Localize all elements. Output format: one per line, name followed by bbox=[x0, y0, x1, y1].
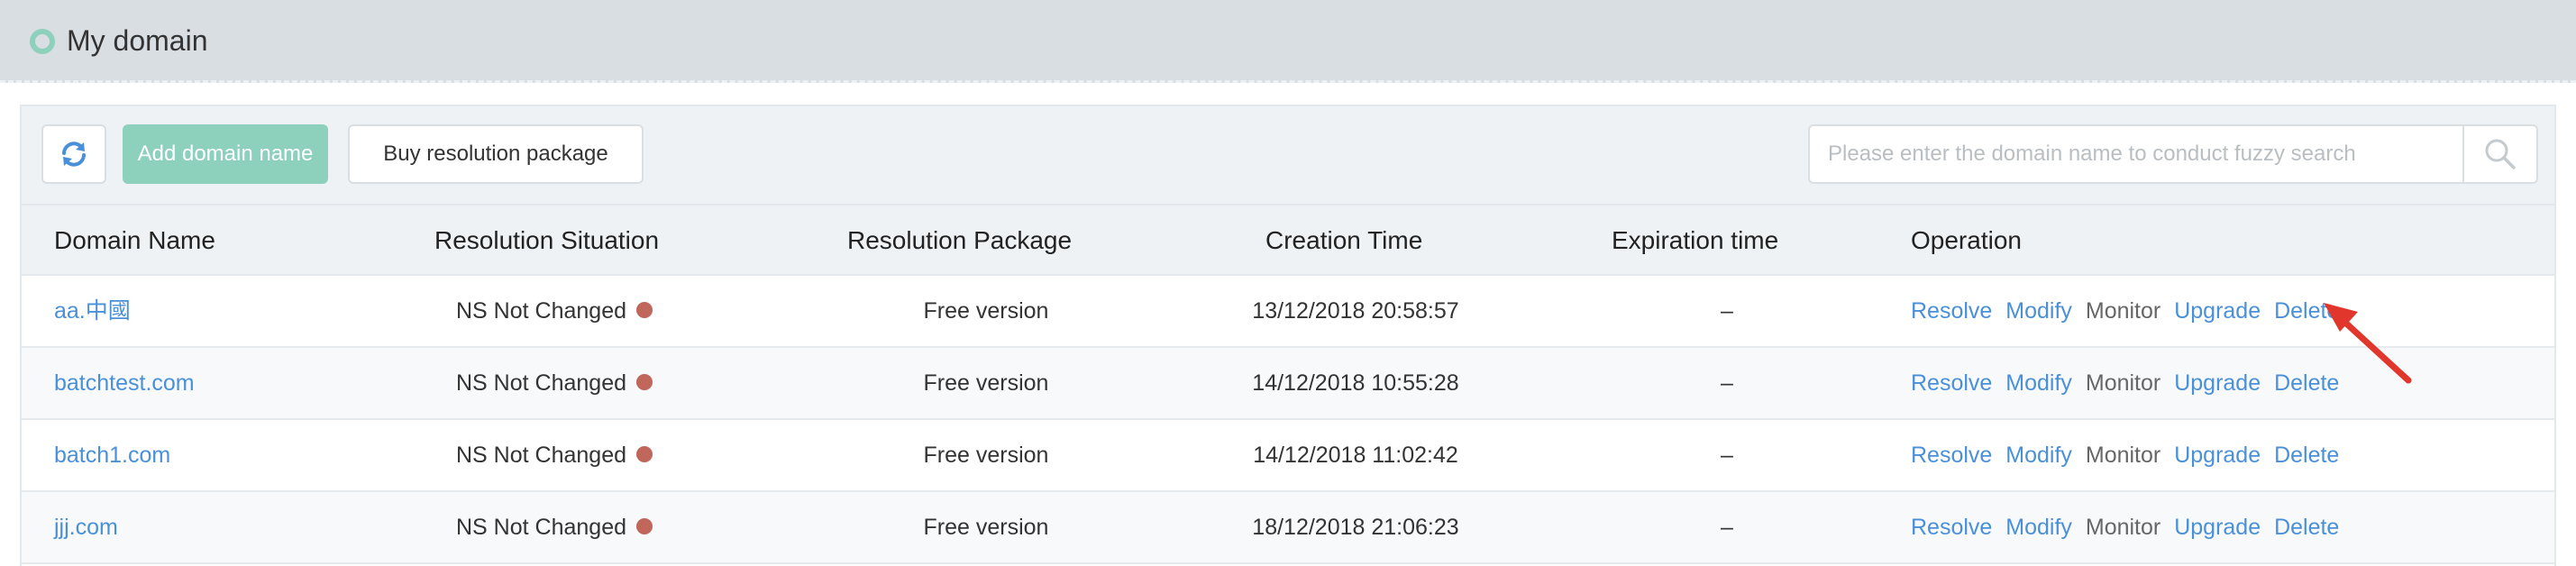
creation-time-cell: 13/12/2018 20:58:57 bbox=[1252, 298, 1459, 324]
operation-cell: Resolve Modify Monitor Upgrade Delete bbox=[1911, 420, 2346, 490]
monitor-link[interactable]: Monitor bbox=[2086, 370, 2160, 396]
col-expiration-time: Expiration time bbox=[1612, 226, 1779, 254]
status-dot-icon bbox=[635, 374, 653, 391]
domain-link[interactable]: batchtest.com bbox=[54, 348, 195, 418]
col-operation: Operation bbox=[1911, 226, 2022, 254]
package-cell: Free version bbox=[923, 298, 1049, 324]
refresh-button[interactable] bbox=[41, 124, 106, 184]
upgrade-link[interactable]: Upgrade bbox=[2174, 370, 2261, 396]
domain-link[interactable]: jjj.com bbox=[54, 492, 118, 562]
col-resolution-package: Resolution Package bbox=[847, 226, 1073, 254]
toolbar: Add domain name Buy resolution package bbox=[22, 106, 2554, 204]
status-text: NS Not Changed bbox=[456, 298, 627, 324]
status-dot-icon bbox=[635, 446, 653, 463]
col-creation-time: Creation Time bbox=[1265, 226, 1423, 254]
monitor-link[interactable]: Monitor bbox=[2086, 443, 2160, 468]
status-dot-icon bbox=[635, 518, 653, 535]
package-cell: Free version bbox=[923, 515, 1049, 540]
resolve-link[interactable]: Resolve bbox=[1911, 298, 1992, 324]
col-domain-name: Domain Name bbox=[54, 226, 215, 254]
creation-time-cell: 14/12/2018 11:02:42 bbox=[1253, 443, 1458, 468]
expiration-time-cell: – bbox=[1721, 370, 1733, 396]
ring-icon bbox=[30, 29, 55, 54]
upgrade-link[interactable]: Upgrade bbox=[2174, 515, 2261, 540]
status-cell: NS Not Changed bbox=[456, 276, 672, 346]
search-button[interactable] bbox=[2462, 124, 2538, 184]
modify-link[interactable]: Modify bbox=[2005, 515, 2072, 540]
creation-time-cell: 18/12/2018 21:06:23 bbox=[1252, 515, 1459, 540]
expiration-time-cell: – bbox=[1721, 298, 1733, 324]
domain-link[interactable]: aa.中國 bbox=[54, 276, 131, 346]
delete-link[interactable]: Delete bbox=[2274, 443, 2339, 468]
col-resolution-situation: Resolution Situation bbox=[434, 226, 660, 254]
add-domain-button[interactable]: Add domain name bbox=[123, 124, 328, 184]
modify-link[interactable]: Modify bbox=[2005, 443, 2072, 468]
resolve-link[interactable]: Resolve bbox=[1911, 515, 1992, 540]
delete-link[interactable]: Delete bbox=[2274, 515, 2339, 540]
page-header: My domain bbox=[0, 0, 2576, 83]
delete-link[interactable]: Delete bbox=[2274, 370, 2339, 396]
refresh-icon bbox=[62, 142, 86, 167]
search-icon bbox=[2485, 139, 2516, 169]
page-title: My domain bbox=[67, 24, 208, 57]
status-text: NS Not Changed bbox=[456, 443, 627, 468]
table-header: Domain Name Resolution Situation Resolut… bbox=[22, 204, 2554, 276]
domain-link[interactable]: batch1.com bbox=[54, 420, 170, 490]
package-cell: Free version bbox=[923, 370, 1049, 396]
status-cell: NS Not Changed bbox=[456, 492, 672, 562]
status-text: NS Not Changed bbox=[456, 515, 627, 540]
operation-cell: Resolve Modify Monitor Upgrade Delete bbox=[1911, 492, 2346, 562]
creation-time-cell: 14/12/2018 10:55:28 bbox=[1252, 370, 1459, 396]
upgrade-link[interactable]: Upgrade bbox=[2174, 298, 2261, 324]
table-row: batchtest.com NS Not Changed Free versio… bbox=[22, 348, 2554, 420]
resolve-link[interactable]: Resolve bbox=[1911, 370, 1992, 396]
modify-link[interactable]: Modify bbox=[2005, 298, 2072, 324]
domain-panel: Add domain name Buy resolution package D… bbox=[20, 105, 2556, 566]
expiration-time-cell: – bbox=[1721, 443, 1733, 468]
monitor-link[interactable]: Monitor bbox=[2086, 515, 2160, 540]
monitor-link[interactable]: Monitor bbox=[2086, 298, 2160, 324]
status-text: NS Not Changed bbox=[456, 370, 627, 396]
operation-cell: Resolve Modify Monitor Upgrade Delete bbox=[1911, 348, 2346, 418]
resolve-link[interactable]: Resolve bbox=[1911, 443, 1992, 468]
operation-cell: Resolve Modify Monitor Upgrade Delete bbox=[1911, 276, 2346, 346]
modify-link[interactable]: Modify bbox=[2005, 370, 2072, 396]
status-cell: NS Not Changed bbox=[456, 420, 672, 490]
status-cell: NS Not Changed bbox=[456, 348, 672, 418]
domain-search-input[interactable] bbox=[1808, 124, 2464, 184]
expiration-time-cell: – bbox=[1721, 515, 1733, 540]
buy-package-button[interactable]: Buy resolution package bbox=[348, 124, 644, 184]
table-row: aa.中國 NS Not Changed Free version 13/12/… bbox=[22, 276, 2554, 348]
status-dot-icon bbox=[635, 302, 653, 319]
upgrade-link[interactable]: Upgrade bbox=[2174, 443, 2261, 468]
table-row: jjj.com NS Not Changed Free version 18/1… bbox=[22, 492, 2554, 564]
package-cell: Free version bbox=[923, 443, 1049, 468]
delete-link[interactable]: Delete bbox=[2274, 298, 2339, 324]
table-row: batch1.com NS Not Changed Free version 1… bbox=[22, 420, 2554, 492]
